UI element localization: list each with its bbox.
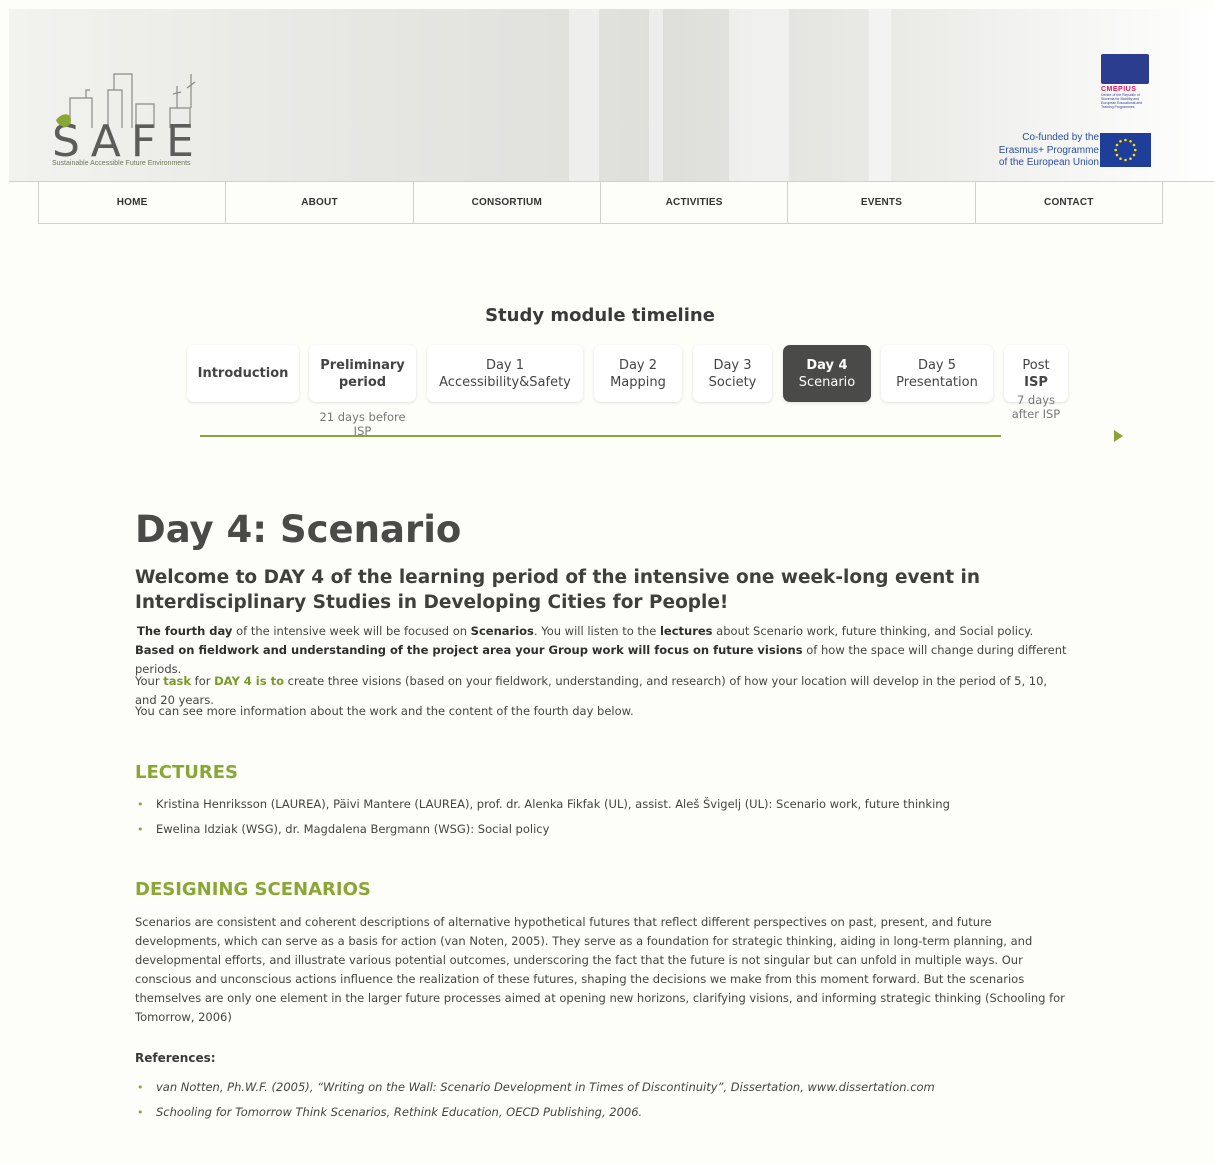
timeline-progress-line bbox=[200, 435, 1001, 437]
nav-consortium[interactable]: CONSORTIUM bbox=[414, 182, 601, 223]
timeline-step-label: Day 2 bbox=[618, 357, 658, 373]
timeline-step-label: Day 3 bbox=[713, 357, 752, 373]
timeline-step-label: Introduction bbox=[197, 366, 289, 381]
timeline-step-label: Day 4 bbox=[806, 357, 848, 373]
timeline-step-day3[interactable]: Day 3 Society bbox=[693, 345, 772, 402]
timeline-step-day5[interactable]: Day 5 Presentation bbox=[881, 345, 993, 402]
timeline-step-label: Day 5 bbox=[917, 357, 957, 373]
nav-contact[interactable]: CONTACT bbox=[976, 182, 1162, 223]
nav-home[interactable]: HOME bbox=[39, 182, 227, 223]
nav-activities[interactable]: ACTIVITIES bbox=[601, 182, 789, 223]
intro-bold-1: The fourth day bbox=[137, 624, 233, 638]
intro-text-3: about Scenario work, future thinking, an… bbox=[712, 624, 1034, 638]
timeline-note-before: 21 days before ISP bbox=[319, 410, 406, 438]
welcome-heading: Welcome to DAY 4 of the learning period … bbox=[135, 567, 981, 613]
cofunded-line-2: Erasmus+ Programme bbox=[998, 144, 1099, 156]
list-item: Schooling for Tomorrow Think Scenarios, … bbox=[135, 1100, 1070, 1125]
timeline-step-day2[interactable]: Day 2 Mapping bbox=[594, 345, 682, 402]
timeline-step-introduction[interactable]: Introduction bbox=[187, 345, 299, 402]
intro-bold-4: Based on fieldwork and understanding of … bbox=[135, 643, 803, 657]
timeline-step-sublabel: Scenario bbox=[798, 374, 856, 390]
task-text-2: for bbox=[190, 674, 215, 688]
lectures-list: Kristina Henriksson (LAUREA), Päivi Mant… bbox=[135, 792, 1070, 842]
cofunded-line-1: Co-funded by the bbox=[1022, 132, 1099, 143]
nav-about[interactable]: ABOUT bbox=[226, 182, 414, 223]
page-title: Day 4: Scenario bbox=[135, 508, 462, 551]
timeline-step-sublabel: period bbox=[338, 374, 387, 390]
safe-logo[interactable]: SAFE bbox=[50, 68, 220, 172]
references-heading: References: bbox=[135, 1051, 216, 1065]
timeline-step-preliminary[interactable]: Preliminary period bbox=[309, 345, 416, 402]
nav-events[interactable]: EVENTS bbox=[788, 182, 976, 223]
timeline-step-label: Preliminary bbox=[320, 357, 405, 373]
designing-paragraph: Scenarios are consistent and coherent de… bbox=[135, 915, 1065, 1024]
eu-flag-icon bbox=[1100, 133, 1151, 167]
timeline-step-sublabel: ISP bbox=[1024, 374, 1048, 390]
cmepius-description: Centre of the Republic of Slovenia for M… bbox=[1101, 93, 1143, 109]
cmepius-name: CMEPIUS bbox=[1101, 86, 1137, 93]
more-info-paragraph: You can see more information about the w… bbox=[135, 704, 634, 718]
references-list: van Notten, Ph.W.F. (2005), “Writing on … bbox=[135, 1075, 1070, 1125]
cofunded-line-3: of the European Union bbox=[998, 157, 1099, 168]
timeline-next-arrow-icon[interactable] bbox=[1114, 430, 1123, 442]
timeline-step-sublabel: Presentation bbox=[896, 374, 978, 390]
designing-heading: DESIGNING SCENARIOS bbox=[135, 879, 371, 900]
timeline-step-label: Day 1 bbox=[485, 357, 525, 373]
cmepius-icon bbox=[1101, 54, 1149, 84]
funding-block: CMEPIUS Centre of the Republic of Sloven… bbox=[981, 54, 1151, 170]
timeline-step-sublabel: Society bbox=[708, 374, 757, 390]
task-highlight-1: task bbox=[163, 674, 191, 688]
intro-bold-2: Scenarios bbox=[470, 624, 534, 638]
list-item: van Notten, Ph.W.F. (2005), “Writing on … bbox=[135, 1075, 1070, 1100]
timeline-step-day1[interactable]: Day 1 Accessibility&Safety bbox=[427, 345, 583, 402]
task-text-1: Your bbox=[135, 674, 164, 688]
timeline-note-after-line1: 7 days bbox=[1016, 393, 1056, 407]
intro-bold-3: lectures bbox=[659, 624, 713, 638]
timeline-note-after-line2: after ISP bbox=[1011, 407, 1061, 421]
logo-subtitle: Sustainable Accessible Future Environmen… bbox=[52, 160, 191, 167]
timeline-step-sublabel: Accessibility&Safety bbox=[439, 374, 571, 390]
list-item: Ewelina Idziak (WSG), dr. Magdalena Berg… bbox=[135, 817, 1070, 842]
timeline-step-label: Post bbox=[1022, 357, 1050, 373]
intro-text-1: of the intensive week will be focused on bbox=[232, 624, 471, 638]
cofunded-text: Co-funded by the Erasmus+ Programme of t… bbox=[981, 132, 1099, 170]
timeline-step-day4[interactable]: Day 4 Scenario bbox=[783, 345, 871, 402]
timeline-step-sublabel: Mapping bbox=[610, 374, 666, 390]
lectures-heading: LECTURES bbox=[135, 762, 238, 783]
cmepius-logo[interactable]: CMEPIUS Centre of the Republic of Sloven… bbox=[1101, 54, 1151, 122]
list-item: Kristina Henriksson (LAUREA), Päivi Mant… bbox=[135, 792, 1070, 817]
main-nav: HOME ABOUT CONSORTIUM ACTIVITIES EVENTS … bbox=[38, 182, 1163, 224]
intro-paragraph: The fourth day of the intensive week wil… bbox=[135, 622, 1070, 679]
intro-text-2: . You will listen to the bbox=[533, 624, 660, 638]
task-highlight-2: DAY 4 is to bbox=[214, 674, 284, 688]
timeline-title: Study module timeline bbox=[485, 305, 715, 326]
timeline-note-after: 7 days after ISP bbox=[1004, 393, 1068, 421]
